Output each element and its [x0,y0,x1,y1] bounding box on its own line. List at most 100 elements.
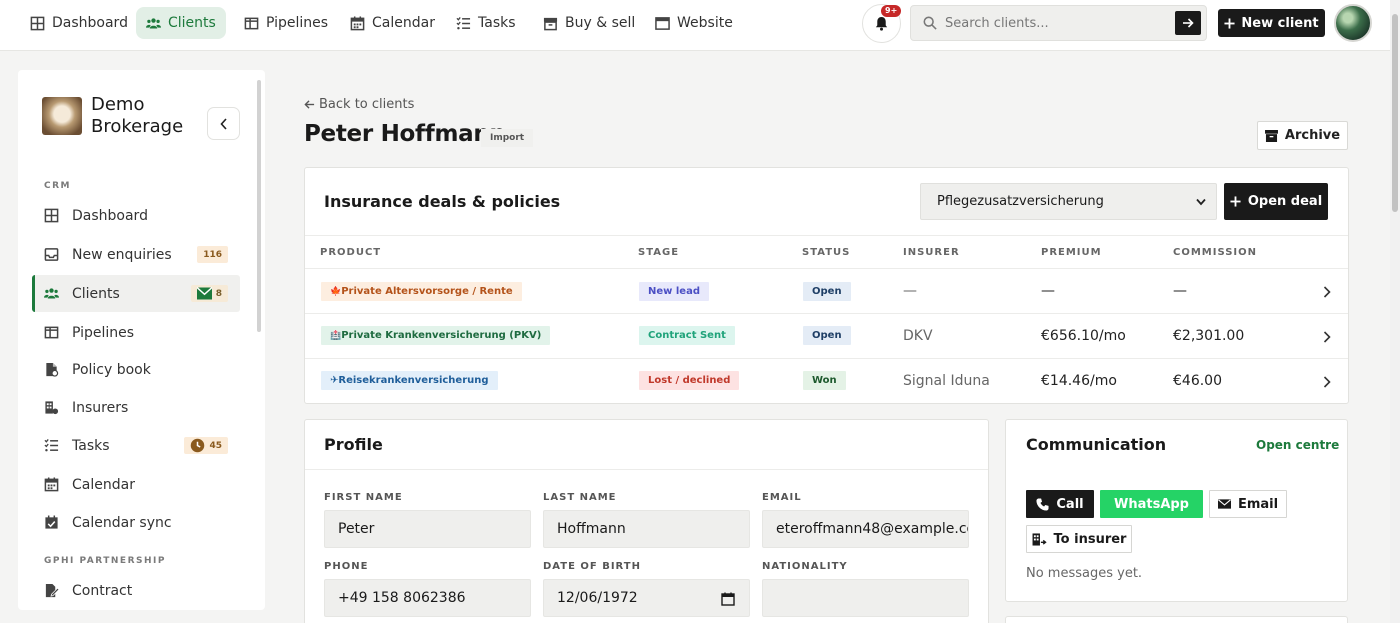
sidebar-item-clients[interactable]: Clients 8 [32,275,240,312]
nav-tab-label: Clients [168,15,216,31]
grid-icon [44,208,59,223]
product-select[interactable]: Pflegezusatzversicherung [920,183,1217,220]
email-button[interactable]: Email [1209,490,1287,518]
sidebar-item-calendar[interactable]: Calendar [32,466,240,503]
status-pill: Open [803,326,851,345]
column-header-insurer: INSURER [903,247,960,258]
sidebar-item-label: Tasks [72,437,110,454]
building-arrow-icon [1032,532,1047,546]
sidebar-item-calendar-sync[interactable]: Calendar sync [32,504,240,541]
sidebar-item-label: Insurers [72,399,129,416]
brand-logo [42,97,82,135]
archive-icon [1264,129,1278,142]
sidebar-item-label: Policy book [72,361,151,378]
nav-tab-calendar[interactable]: Calendar [340,7,445,39]
nav-tab-dashboard[interactable]: Dashboard [20,7,138,39]
product-name: Private Altersvorsorge / Rente [341,286,513,297]
next-card-edge [1005,616,1348,623]
sidebar-scrollbar[interactable] [255,70,263,610]
arrow-left-icon [304,100,315,109]
calendar-check-icon [45,515,58,529]
user-avatar[interactable] [1334,4,1372,42]
insurer-cell: Signal Iduna [903,373,990,389]
date-of-birth-field[interactable]: 12/06/1972 [543,579,750,617]
clients-count: 8 [215,288,222,299]
plus-icon [1230,196,1241,207]
collapse-sidebar-button[interactable] [207,107,240,140]
nav-tab-label: Buy & sell [565,15,636,31]
search-submit-button[interactable] [1175,11,1201,35]
back-to-clients-link[interactable]: Back to clients [304,97,414,112]
box-icon [543,17,558,30]
client-name: Peter Hoffmann [304,121,506,147]
sidebar-item-policy-book[interactable]: Policy book [32,351,240,388]
clock-icon [191,438,205,453]
column-header-premium: PREMIUM [1041,247,1102,258]
sidebar-item-tasks[interactable]: Tasks 45 [32,427,240,464]
sidebar-item-pipelines[interactable]: Pipelines [32,314,240,351]
notifications-button[interactable]: 9+ [862,4,902,43]
sidebar-scrollbar-thumb[interactable] [257,80,261,332]
chevron-right-icon[interactable] [1323,331,1331,343]
chevron-left-icon [219,117,227,130]
client-search [910,5,1207,41]
chevron-right-icon[interactable] [1323,376,1331,388]
sidebar-item-contract[interactable]: Contract [32,572,240,609]
sidebar-item-insurers[interactable]: Insurers [32,389,240,426]
nav-tab-tasks[interactable]: Tasks [446,7,526,39]
sidebar-item-label: Dashboard [72,207,148,224]
nav-tab-label: Calendar [372,15,435,31]
chevron-right-icon[interactable] [1323,286,1331,298]
first-name-field[interactable]: Peter [324,510,531,548]
last-name-label: LAST NAME [543,492,617,503]
phone-icon [1036,497,1049,511]
sidebar-item-dashboard[interactable]: Dashboard [32,197,240,234]
email-field[interactable]: eteroffmann48@example.co [762,510,969,548]
users-icon [44,288,59,299]
nav-tab-label: Pipelines [266,15,329,31]
whatsapp-button[interactable]: WhatsApp [1100,490,1203,518]
nav-tab-label: Tasks [478,15,516,31]
new-client-button[interactable]: New client [1218,9,1325,37]
open-centre-link[interactable]: Open centre [1256,438,1339,452]
brand-name: Demo Brokerage [91,94,184,137]
phone-field[interactable]: +49 158 8062386 [324,579,531,617]
call-button[interactable]: Call [1026,490,1094,518]
nav-tab-clients[interactable]: Clients [136,7,226,39]
nationality-field[interactable] [762,579,969,617]
nav-tab-website[interactable]: Website [645,7,743,39]
page-scrollbar[interactable] [1390,0,1400,623]
commission-cell: €46.00 [1173,373,1222,389]
tasks-count: 45 [209,440,222,451]
date-of-birth-label: DATE OF BIRTH [543,561,641,572]
nav-tab-buy-sell[interactable]: Buy & sell [533,7,645,39]
top-navigation: Dashboard Clients Pipelines Calendar Tas… [0,0,1390,51]
sidebar-item-label: Contract [72,582,133,599]
import-tag: Import [481,129,534,147]
stage-pill: Contract Sent [639,326,735,345]
last-name-field[interactable]: Hoffmann [543,510,750,548]
columns-icon [244,17,259,29]
building-icon [45,401,59,415]
email-label: EMAIL [762,492,802,503]
contract-icon [45,583,59,598]
profile-divider [305,469,988,470]
product-select-value: Pflegezusatzversicherung [937,194,1104,209]
email-label: Email [1237,496,1279,512]
sidebar-item-new-enquiries[interactable]: New enquiries 116 [32,236,240,273]
column-header-stage: STAGE [638,247,680,258]
users-icon [146,17,161,28]
communication-title: Communication [1026,435,1167,454]
to-insurer-button[interactable]: To insurer [1026,525,1132,553]
nav-tab-pipelines[interactable]: Pipelines [234,7,338,39]
inbox-icon [44,248,59,261]
page-scrollbar-thumb[interactable] [1392,14,1398,212]
search-input[interactable] [945,6,1173,40]
plus-icon [1224,17,1235,29]
whatsapp-label: WhatsApp [1114,496,1189,512]
archive-button[interactable]: Archive [1257,121,1348,150]
calendar-icon[interactable] [721,592,735,606]
open-deal-button[interactable]: Open deal [1224,183,1328,220]
table-divider [305,313,1348,314]
premium-cell: — [1041,283,1055,299]
